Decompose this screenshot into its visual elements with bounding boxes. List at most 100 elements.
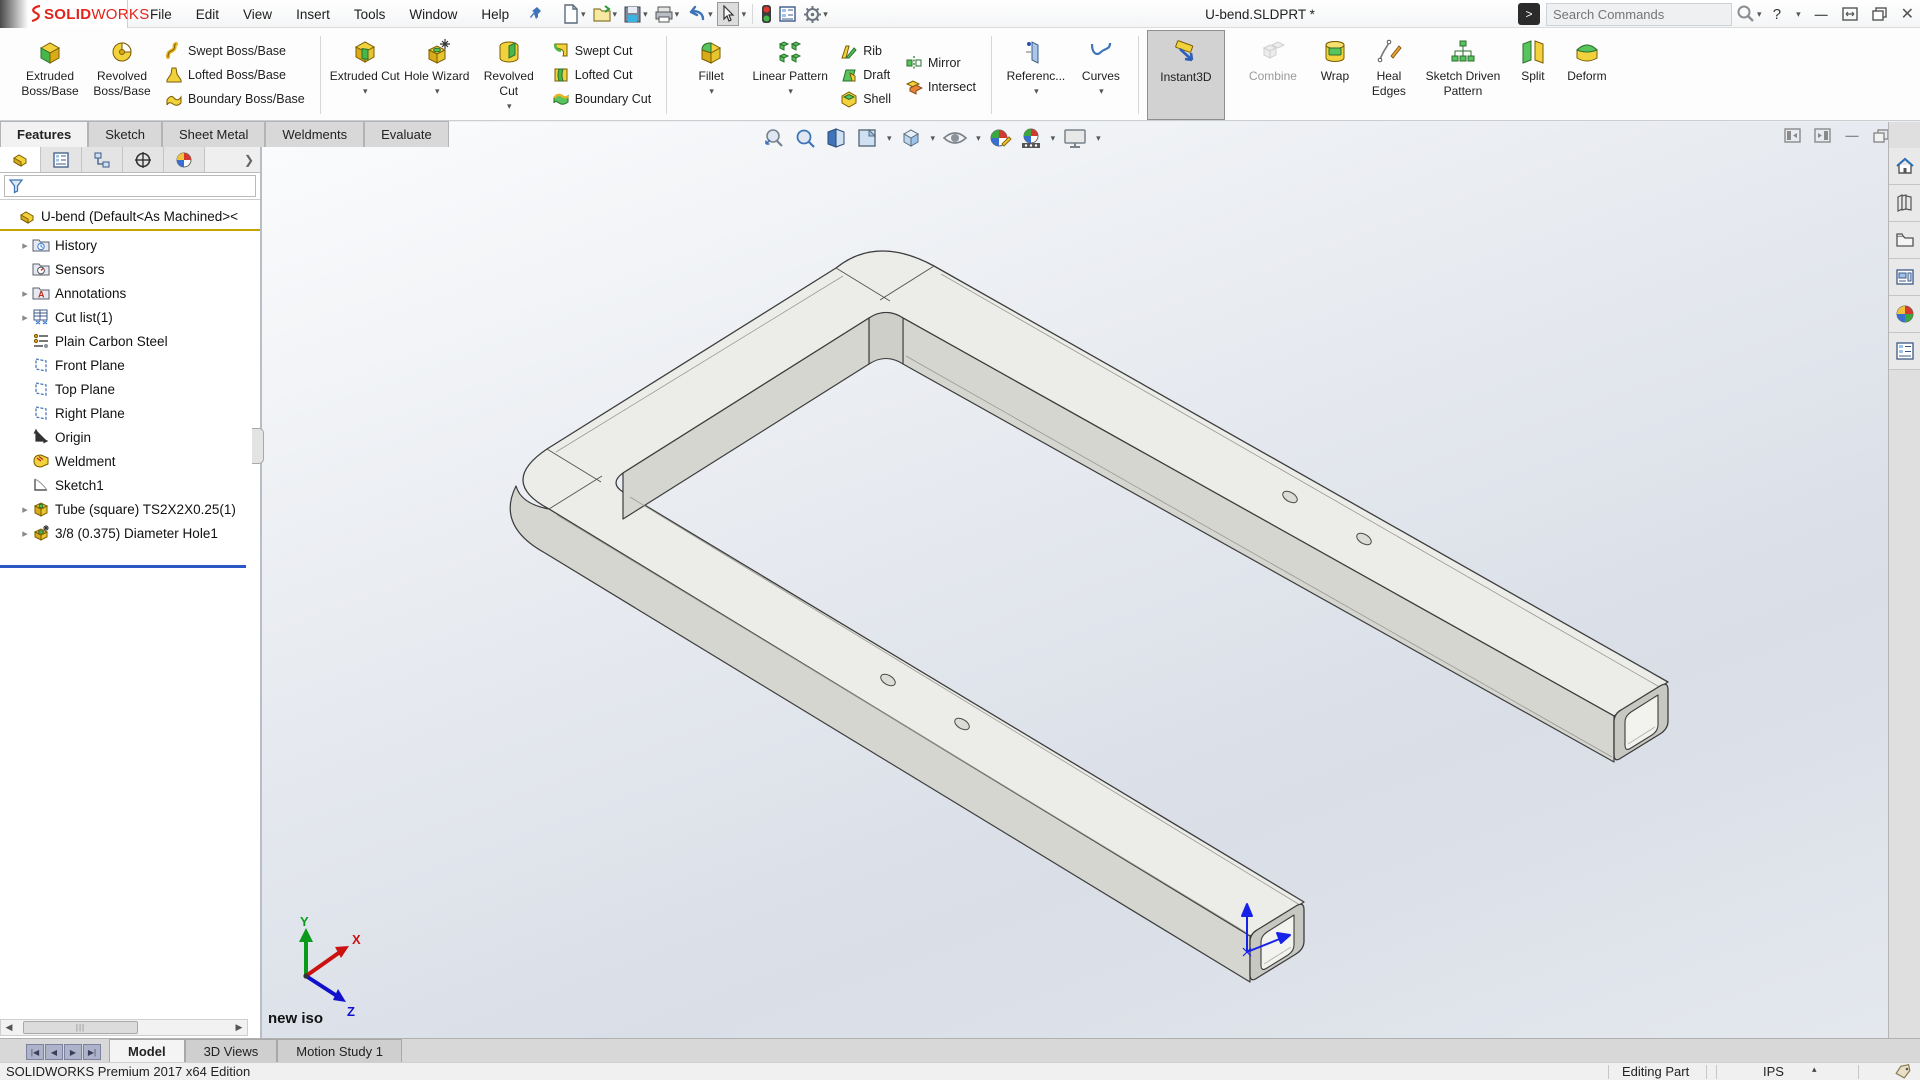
revolved-cut-caret[interactable]: ▾ [507,101,512,112]
intersect-button[interactable]: Intersect [902,77,979,97]
extruded-cut-button[interactable]: Extruded Cut ▾ [329,30,401,120]
scroll-left-arrow[interactable]: ◀ [1,1022,17,1033]
tree-item-sensors[interactable]: Sensors [14,257,260,281]
3d-views-tab[interactable]: 3D Views [185,1039,278,1062]
linear-pattern-caret[interactable]: ▾ [788,86,793,97]
undo-caret[interactable]: ▾ [708,9,713,20]
prev-tab-button[interactable]: ◀ [45,1044,63,1060]
taskpane-design-library-button[interactable] [1889,185,1920,222]
tree-item-tube[interactable]: ▸ Tube (square) TS2X2X0.25(1) [14,497,260,521]
displaymanager-tab[interactable] [164,147,205,172]
tree-item-front-plane[interactable]: Front Plane [14,353,260,377]
rib-button[interactable]: Rib [837,41,894,61]
open-caret[interactable]: ▾ [613,9,618,20]
taskpane-appearances-button[interactable] [1889,296,1920,333]
shell-button[interactable]: Shell [837,89,894,109]
extruded-cut-caret[interactable]: ▾ [363,86,368,97]
deform-button[interactable]: Deform [1557,30,1617,120]
pin-icon[interactable] [529,6,543,22]
first-tab-button[interactable]: |◀ [26,1044,44,1060]
rollback-bar[interactable] [0,565,246,568]
last-tab-button[interactable]: ▶| [83,1044,101,1060]
tab-evaluate[interactable]: Evaluate [364,121,449,147]
tree-item-origin[interactable]: Origin [14,425,260,449]
open-button[interactable]: ▾ [590,2,620,26]
tree-item-cut-list[interactable]: ▸ Cut list(1) [14,305,260,329]
sketch-driven-pattern-button[interactable]: Sketch Driven Pattern [1417,30,1509,120]
panel-expand-chevron[interactable]: ❯ [205,147,260,172]
tree-item-history[interactable]: ▸ History [14,233,260,257]
split-button[interactable]: Split [1509,30,1557,120]
tree-horizontal-scrollbar[interactable]: ◀ ||| ▶ [0,1019,248,1036]
tags-icon[interactable] [1894,1064,1912,1079]
hole-wizard-button[interactable]: Hole Wizard ▾ [401,30,473,120]
doc-minimize-button[interactable]: — [1844,129,1860,143]
scrollbar-thumb[interactable]: ||| [23,1021,138,1034]
print-button[interactable]: ▾ [652,2,682,26]
section-view-icon[interactable] [824,126,848,150]
window-span-displays-button[interactable] [1842,7,1858,21]
swept-boss-base-button[interactable]: Swept Boss/Base [162,41,308,61]
motion-study-tab[interactable]: Motion Study 1 [277,1039,402,1062]
expand-arrow[interactable]: ▸ [18,239,32,252]
save-caret[interactable]: ▾ [643,9,648,20]
collapse-left-pane-button[interactable] [1784,128,1801,143]
model-tab[interactable]: Model [109,1039,185,1062]
featuremanager-design-tree-tab[interactable] [0,147,41,172]
revolved-cut-button[interactable]: Revolved Cut ▾ [473,30,545,120]
hole-wizard-caret[interactable]: ▾ [435,86,440,97]
reference-geometry-button[interactable]: Referenc... ▾ [1000,30,1072,120]
dimxpertmanager-tab[interactable] [123,147,164,172]
boundary-boss-base-button[interactable]: Boundary Boss/Base [162,89,308,109]
options-caret[interactable]: ▾ [823,9,828,20]
search-magnifier-icon[interactable] [1736,4,1756,24]
lofted-boss-base-button[interactable]: Lofted Boss/Base [162,65,308,85]
expand-arrow[interactable]: ▸ [18,287,32,300]
revolved-boss-base-button[interactable]: Revolved Boss/Base [86,30,158,120]
view-settings-icon[interactable] [1062,126,1088,150]
lofted-cut-button[interactable]: Lofted Cut [549,65,654,85]
new-document-caret[interactable]: ▾ [581,9,586,20]
graphics-viewport[interactable]: Y X Z ▾ ▾ ▾ ▾ ▾ — ✕ new iso [262,122,1888,1038]
extruded-boss-base-button[interactable]: Extruded Boss/Base [14,30,86,120]
panel-splitter-handle[interactable] [252,428,264,464]
tree-item-material[interactable]: Plain Carbon Steel [14,329,260,353]
window-close-button[interactable]: ✕ [1901,4,1914,24]
save-button[interactable]: ▾ [621,2,650,26]
rebuild-button[interactable] [759,2,774,26]
tree-item-sketch1[interactable]: Sketch1 [14,473,260,497]
select-button[interactable] [717,2,739,26]
fillet-button[interactable]: Fillet ▾ [675,30,747,120]
taskpane-custom-properties-button[interactable] [1889,333,1920,370]
curves-caret[interactable]: ▾ [1099,86,1104,97]
menu-window[interactable]: Window [397,0,469,28]
swept-cut-button[interactable]: Swept Cut [549,41,654,61]
units-selector[interactable]: IPS [1763,1064,1784,1079]
search-commands-input[interactable] [1553,7,1703,22]
file-properties-button[interactable] [776,2,799,26]
menu-help[interactable]: Help [469,0,521,28]
solidworks-search-icon[interactable]: > [1518,3,1540,25]
help-button[interactable]: ? [1773,6,1781,23]
tree-item-right-plane[interactable]: Right Plane [14,401,260,425]
taskpane-file-explorer-button[interactable] [1889,222,1920,259]
units-caret[interactable]: ▴ [1812,1064,1817,1075]
expand-arrow[interactable]: ▸ [18,311,32,324]
draft-button[interactable]: Draft [837,65,894,85]
apply-scene-caret[interactable]: ▾ [1051,133,1056,144]
menu-view[interactable]: View [231,0,284,28]
heal-edges-button[interactable]: Heal Edges [1361,30,1417,120]
undo-button[interactable]: ▾ [683,2,715,26]
taskpane-view-palette-button[interactable] [1889,259,1920,296]
view-orientation-icon[interactable] [855,126,879,150]
configurationmanager-tab[interactable] [82,147,123,172]
zoom-area-icon[interactable] [793,126,817,150]
tree-part-row[interactable]: U-bend (Default<As Machined>< [0,204,260,228]
tab-features[interactable]: Features [0,121,88,147]
options-button[interactable]: ▾ [801,2,830,26]
collapse-right-pane-button[interactable] [1814,128,1831,143]
menu-tools[interactable]: Tools [342,0,398,28]
apply-scene-icon[interactable] [1019,126,1043,150]
view-settings-caret[interactable]: ▾ [1096,133,1101,144]
model-view[interactable]: Y X Z [262,122,1888,1038]
